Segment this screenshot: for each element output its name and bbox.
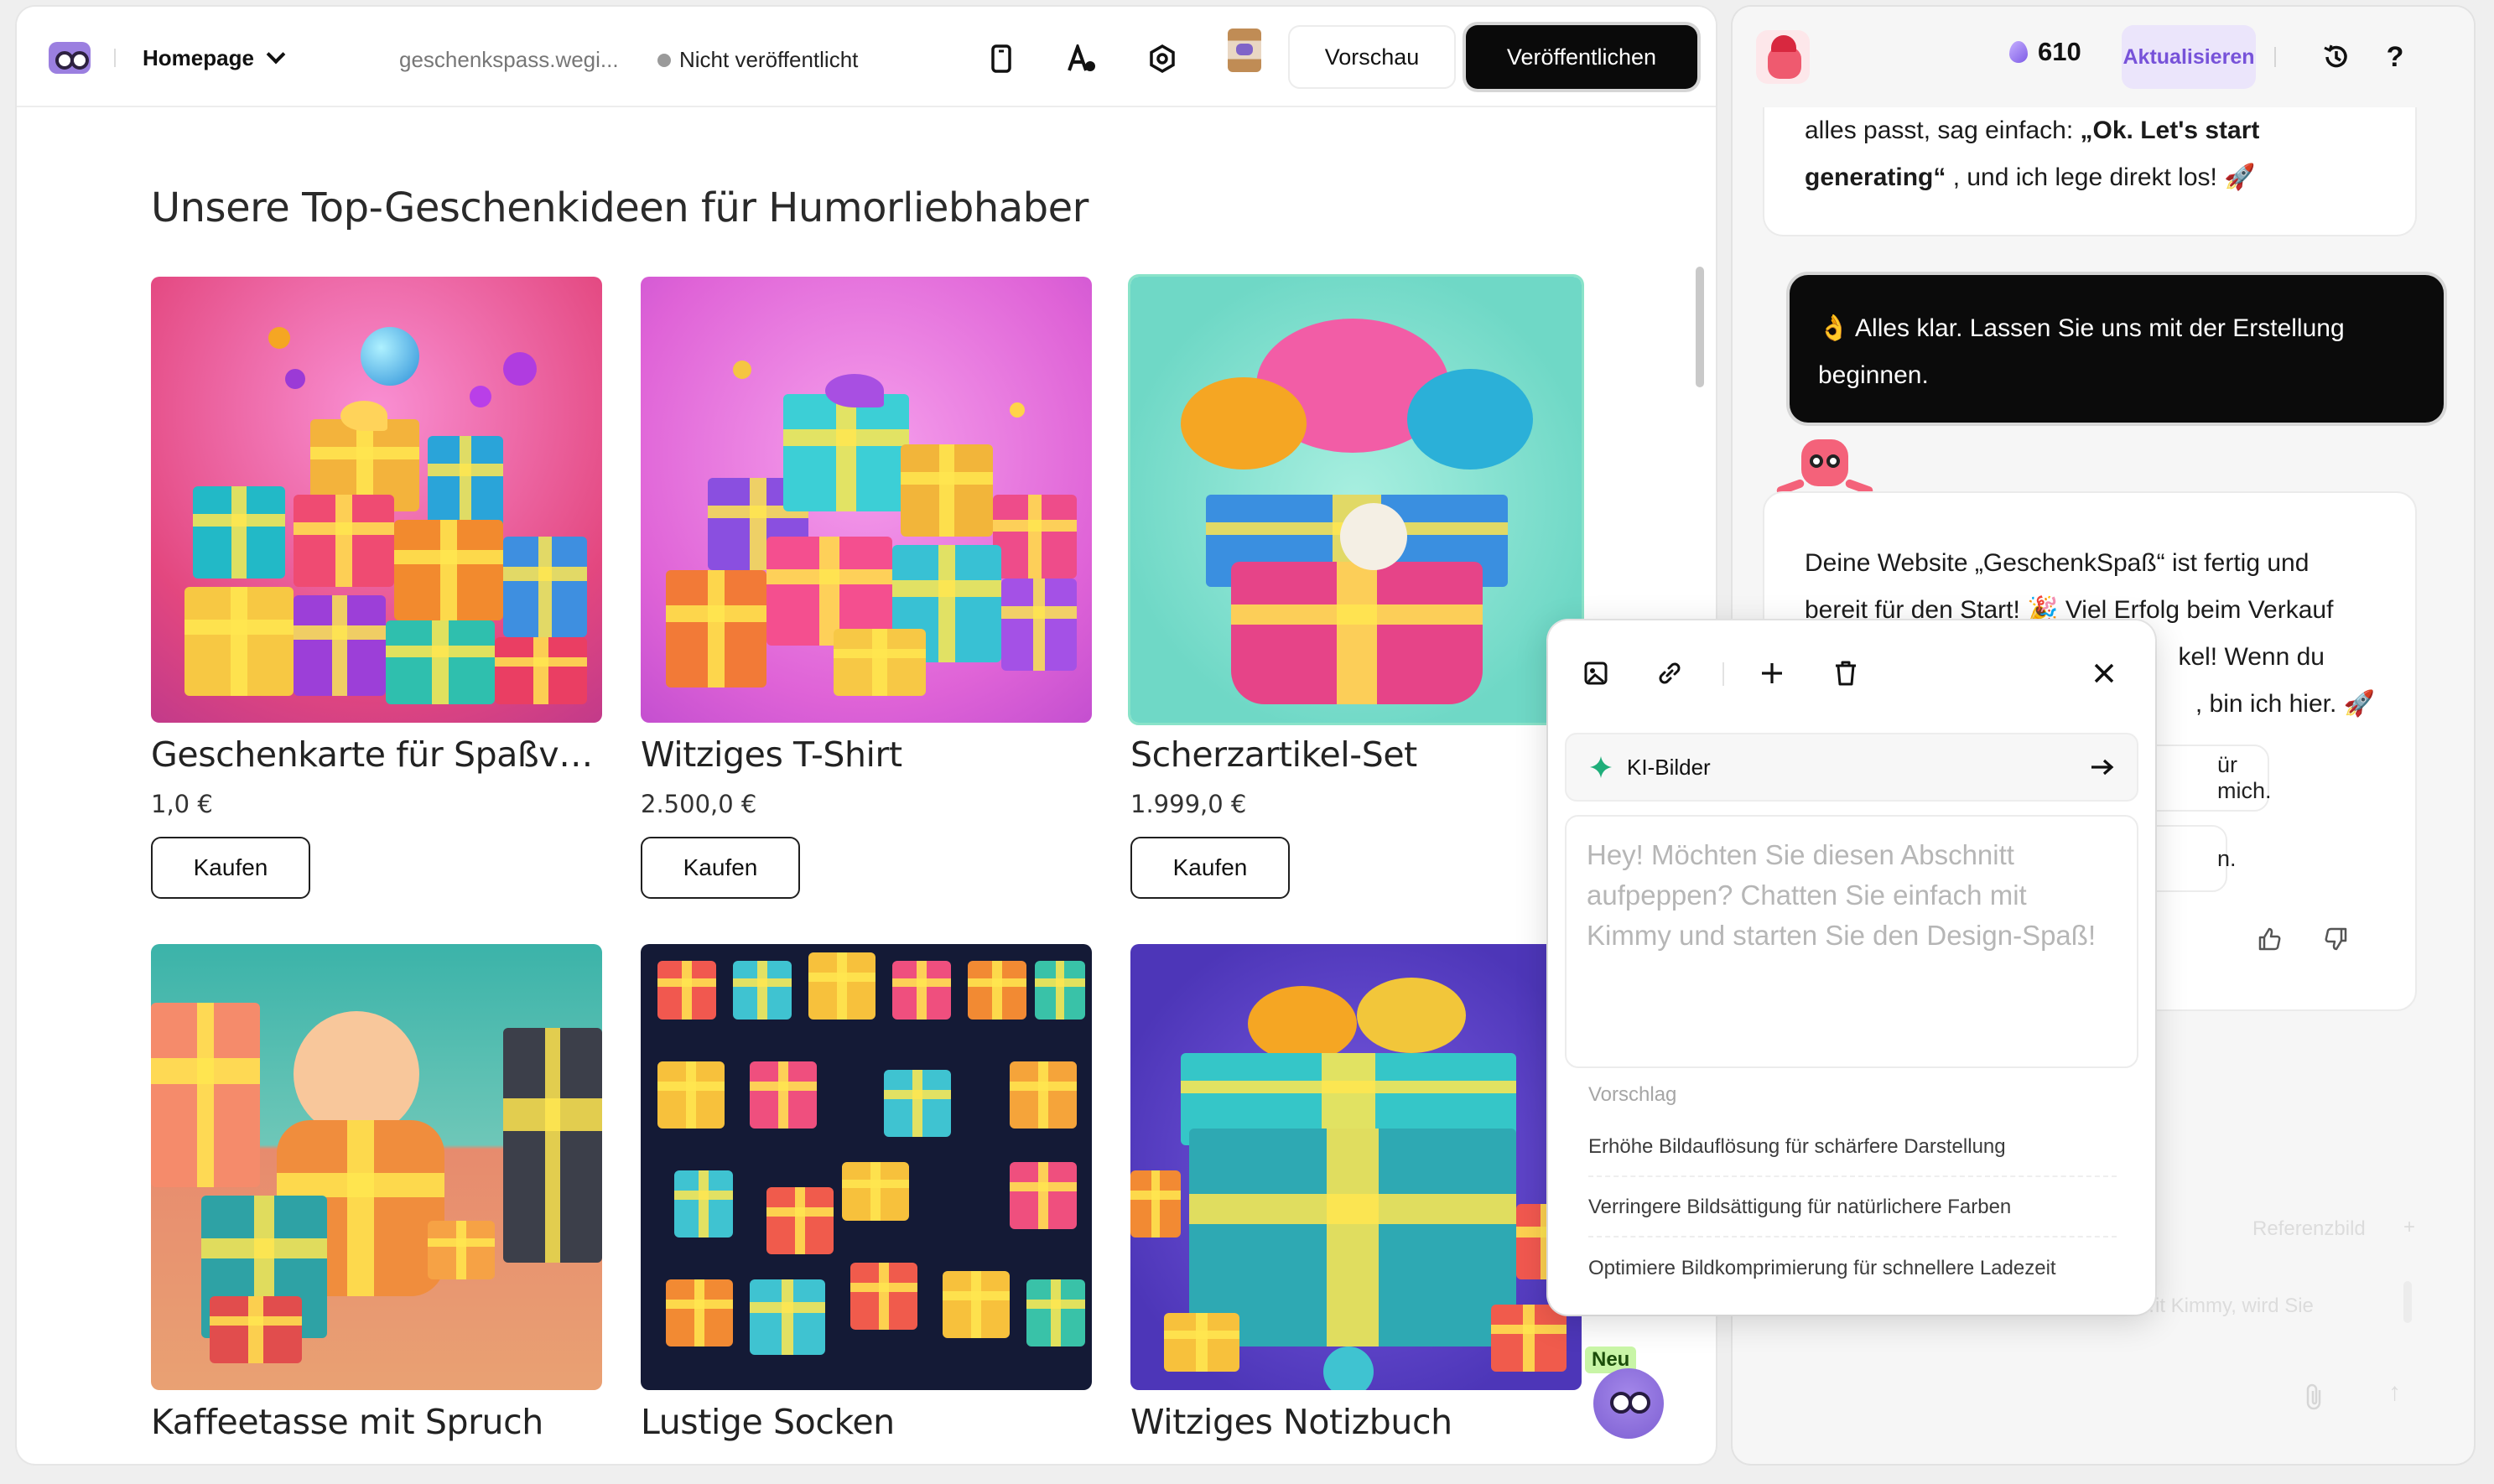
editor-window: Homepage geschenkspass.wegi... Nicht ver… — [17, 7, 1716, 1464]
status-dot-icon — [657, 53, 671, 67]
divider — [114, 49, 116, 67]
product-image[interactable] — [151, 944, 602, 1390]
trash-icon[interactable] — [1828, 656, 1863, 691]
prompt-input[interactable]: Hey! Möchten Sie diesen Abschnitt aufpep… — [1565, 815, 2138, 1068]
chat-input-placeholder[interactable]: …it Kimmy, wird Sie — [2135, 1295, 2314, 1318]
product-card: Lustige Socken — [641, 944, 1092, 1442]
section-title: Unsere Top-Geschenkideen für Humorliebha… — [151, 184, 1089, 231]
product-image[interactable] — [641, 944, 1092, 1390]
ai-images-label: KI-Bilder — [1627, 754, 1711, 780]
credits-counter: 610 — [2009, 37, 2081, 67]
thumbs-up-icon[interactable] — [2252, 922, 2286, 956]
ai-message-text: , und ich lege direkt los! 🚀 — [1946, 163, 2256, 191]
upgrade-button[interactable]: Aktualisieren — [2122, 25, 2256, 89]
suggestion-item[interactable]: Verringere Bildsättigung für natürlicher… — [1588, 1179, 2117, 1238]
publish-status-label: Nicht veröffentlicht — [679, 47, 859, 72]
preview-button[interactable]: Vorschau — [1288, 25, 1456, 89]
mobile-view-icon[interactable] — [985, 42, 1018, 75]
suggestion-heading: Vorschlag — [1588, 1083, 1677, 1106]
suggestion-item[interactable]: Optimiere Bildkomprimierung für schnelle… — [1588, 1239, 2117, 1298]
settings-icon[interactable] — [1146, 42, 1179, 75]
product-name[interactable]: Geschenkarte für Spaßvögel — [151, 734, 602, 775]
suggestion-item[interactable]: Erhöhe Bildauflösung für schärfere Darst… — [1588, 1118, 2117, 1177]
gem-icon — [2009, 41, 2028, 63]
theme-style-icon[interactable] — [1065, 42, 1099, 75]
site-domain[interactable]: geschenkspass.wegi... — [399, 47, 619, 73]
help-icon[interactable]: ? — [2378, 40, 2412, 74]
thumbs-down-icon[interactable] — [2320, 922, 2353, 956]
product-card: Scherzartikel-Set 1.999,0 € Kaufen — [1128, 274, 1584, 899]
page-select[interactable]: Homepage — [143, 37, 286, 79]
product-card: Witziges Notizbuch — [1130, 944, 1582, 1442]
canvas-scrollbar[interactable] — [1696, 267, 1704, 387]
product-image[interactable] — [641, 277, 1092, 723]
app-logo[interactable] — [49, 42, 91, 74]
product-name[interactable]: Kaffeetasse mit Spruch — [151, 1402, 602, 1442]
product-name[interactable]: Witziges Notizbuch — [1130, 1402, 1582, 1442]
product-name[interactable]: Lustige Socken — [641, 1402, 1092, 1442]
chevron-down-icon — [266, 44, 286, 65]
add-icon[interactable] — [1754, 656, 1790, 691]
publish-status: Nicht veröffentlicht — [657, 47, 858, 73]
attach-icon[interactable] — [2303, 1382, 2325, 1418]
arrow-right-icon — [2091, 759, 2114, 776]
buy-button[interactable]: Kaufen — [641, 837, 800, 899]
ai-message-text: alles passt, sag einfach: — [1805, 117, 2081, 144]
history-icon[interactable] — [2320, 40, 2353, 74]
link-icon[interactable] — [1652, 656, 1687, 691]
editor-topbar: Homepage geschenkspass.wegi... Nicht ver… — [17, 7, 1716, 107]
product-price: 1.999,0 € — [1130, 790, 1247, 818]
close-icon[interactable] — [2086, 656, 2122, 691]
sparkle-icon — [1590, 756, 1612, 778]
user-message: 👌 Alles klar. Lassen Sie uns mit der Ers… — [1790, 275, 2444, 423]
reference-image-label[interactable]: Referenzbild — [2252, 1217, 2366, 1241]
replace-image-icon[interactable] — [1578, 656, 1613, 691]
product-card: Kaffeetasse mit Spruch — [151, 944, 602, 1442]
send-icon[interactable]: ↑ — [2388, 1378, 2401, 1407]
page-canvas: Unsere Top-Geschenkideen für Humorliebha… — [17, 109, 1716, 1464]
product-card: Geschenkarte für Spaßvögel 1,0 € Kaufen — [151, 277, 602, 899]
divider — [1722, 662, 1724, 686]
publish-button[interactable]: Veröffentlichen — [1466, 25, 1697, 89]
image-edit-popup: KI-Bilder Hey! Möchten Sie diesen Abschn… — [1548, 620, 2155, 1315]
product-name[interactable]: Scherzartikel-Set — [1130, 734, 1582, 775]
product-image[interactable] — [1130, 944, 1582, 1390]
product-card: Witziges T-Shirt 2.500,0 € Kaufen — [641, 277, 1092, 899]
buy-button[interactable]: Kaufen — [1130, 837, 1290, 899]
credits-value: 610 — [2038, 37, 2081, 66]
ai-message-line: Deine Website „GeschenkSpaß“ ist fertig … — [1805, 549, 2310, 577]
user-avatar[interactable] — [1228, 29, 1261, 72]
product-price: 1,0 € — [151, 790, 213, 818]
input-scrollbar[interactable] — [2403, 1281, 2412, 1323]
product-image[interactable] — [151, 277, 602, 723]
product-name[interactable]: Witziges T-Shirt — [641, 734, 1092, 775]
kimmy-assistant-button[interactable] — [1593, 1368, 1664, 1439]
buy-button[interactable]: Kaufen — [151, 837, 310, 899]
page-select-label: Homepage — [143, 44, 254, 70]
product-price: 2.500,0 € — [641, 790, 757, 818]
kimmy-avatar — [1756, 30, 1810, 84]
product-image[interactable] — [1128, 274, 1584, 725]
divider — [2274, 47, 2276, 67]
chat-header: 610 Aktualisieren ? — [1733, 7, 2474, 107]
add-icon[interactable]: + — [2403, 1216, 2415, 1239]
ai-images-option[interactable]: KI-Bilder — [1565, 733, 2138, 802]
